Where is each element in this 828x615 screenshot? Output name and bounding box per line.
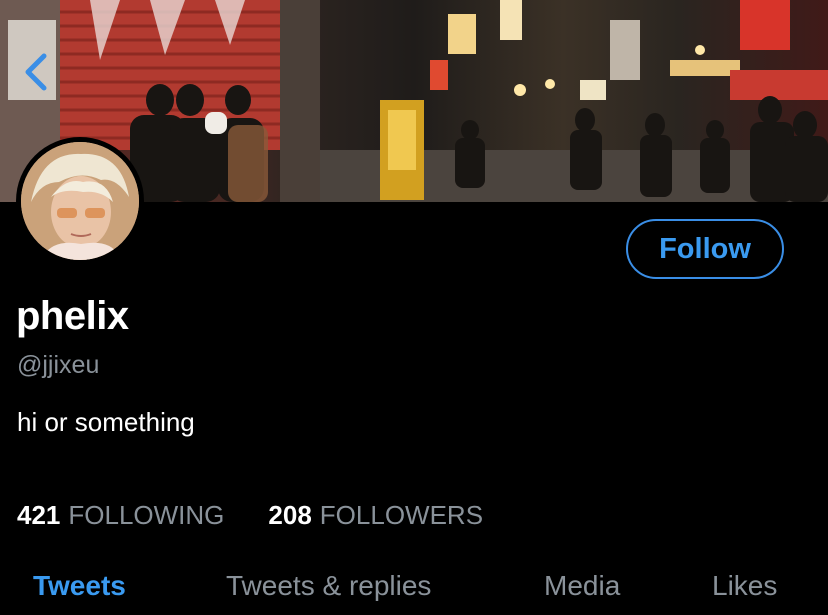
tab-media[interactable]: Media xyxy=(544,570,620,602)
bio: hi or something xyxy=(17,407,195,437)
following-stat[interactable]: 421 FOLLOWING xyxy=(17,500,224,531)
followers-label: FOLLOWERS xyxy=(319,500,484,530)
avatar[interactable] xyxy=(16,137,144,265)
avatar-image xyxy=(21,142,139,260)
back-button[interactable] xyxy=(22,52,56,96)
profile-stats: 421 FOLLOWING 208 FOLLOWERS xyxy=(17,500,483,531)
tab-tweets-and-replies[interactable]: Tweets & replies xyxy=(226,570,431,602)
tab-likes[interactable]: Likes xyxy=(712,570,777,602)
followers-count: 208 xyxy=(268,500,312,530)
follow-button[interactable]: Follow xyxy=(626,219,784,279)
display-name: phelix xyxy=(16,294,129,338)
tab-tweets[interactable]: Tweets xyxy=(33,570,126,602)
following-count: 421 xyxy=(17,500,61,530)
chevron-left-icon xyxy=(25,53,47,91)
profile-tabs: Tweets Tweets & replies Media Likes xyxy=(0,570,828,610)
following-label: FOLLOWING xyxy=(68,500,225,530)
followers-stat[interactable]: 208 FOLLOWERS xyxy=(268,500,483,531)
handle: @jjixeu xyxy=(17,351,100,379)
